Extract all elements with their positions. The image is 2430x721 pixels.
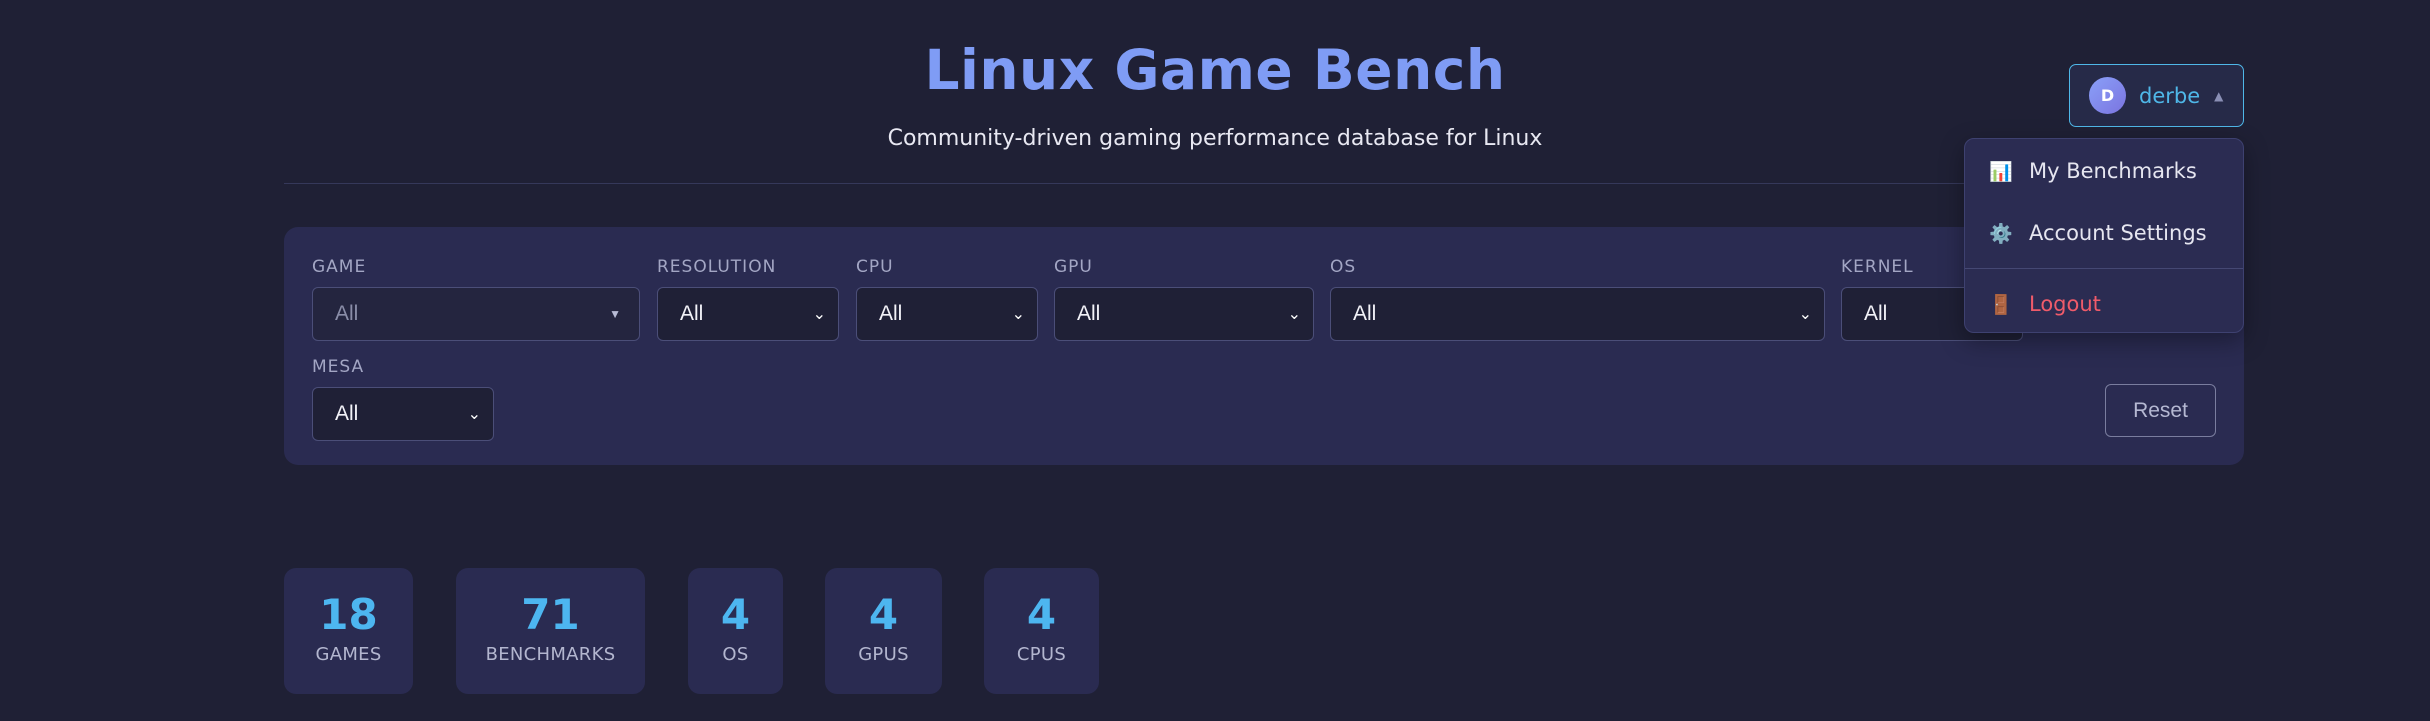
filter-gpu: GPU All ⌄ [1054,257,1314,341]
filter-label-game: GAME [312,257,367,277]
mesa-select[interactable]: All ⌄ [312,387,494,441]
gear-icon: ⚙️ [1989,222,2013,245]
filter-label-mesa: MESA [312,357,365,377]
caret-up-icon: ▲ [2214,88,2224,103]
chevron-down-icon: ⌄ [1287,306,1301,323]
chevron-down-icon: ⌄ [1798,306,1812,323]
bar-chart-icon: 📊 [1989,160,2013,183]
gpu-select-value: All [1077,302,1101,325]
avatar: D [2089,77,2126,114]
header-divider [284,183,2244,184]
menu-item-label: My Benchmarks [2029,159,2197,183]
door-icon: 🚪 [1989,293,2013,316]
page: Linux Game Bench Community-driven gaming… [0,0,2430,721]
caret-down-icon: ▼ [609,307,621,321]
stat-card-os: 4 OS [688,568,783,694]
menu-item-my-benchmarks[interactable]: 📊 My Benchmarks [1965,146,2243,196]
cpu-select-value: All [879,302,903,325]
kernel-select-value: All [1864,302,1888,325]
stat-label: OS [722,644,749,665]
resolution-select-value: All [680,302,704,325]
menu-item-label: Account Settings [2029,221,2207,245]
stat-value: 4 [868,590,899,639]
stat-label: GAMES [315,644,382,665]
stat-card-cpus: 4 CPUS [984,568,1099,694]
mesa-select-value: All [335,402,359,425]
menu-item-logout[interactable]: 🚪 Logout [1965,279,2243,329]
menu-item-label: Logout [2029,292,2101,316]
stat-value: 4 [1026,590,1057,639]
game-select[interactable]: All ▼ [312,287,640,341]
gpu-select[interactable]: All ⌄ [1054,287,1314,341]
filter-mesa: MESA All ⌄ [312,357,494,441]
filter-label-resolution: RESOLUTION [657,257,777,277]
chevron-down-icon: ⌄ [467,406,481,423]
page-title: Linux Game Bench [924,38,1506,102]
filter-game: GAME All ▼ [312,257,640,341]
os-select-value: All [1353,302,1377,325]
stat-card-gpus: 4 GPUS [825,568,942,694]
os-select[interactable]: All ⌄ [1330,287,1825,341]
chevron-down-icon: ⌄ [812,306,826,323]
chevron-down-icon: ⌄ [1011,306,1025,323]
user-dropdown-menu: 📊 My Benchmarks ⚙️ Account Settings 🚪 Lo… [1964,138,2244,333]
stat-value: 18 [319,590,378,639]
cpu-select[interactable]: All ⌄ [856,287,1038,341]
menu-divider [1965,268,2243,269]
filter-panel: GAME All ▼ RESOLUTION All ⌄ CPU All ⌄ GP… [284,227,2244,465]
resolution-select[interactable]: All ⌄ [657,287,839,341]
user-menu-button[interactable]: D derbe ▲ [2069,64,2244,127]
stat-label: BENCHMARKS [485,644,616,665]
filter-os: OS All ⌄ [1330,257,1825,341]
filter-label-cpu: CPU [856,257,894,277]
stat-value: 71 [521,590,580,639]
username-label: derbe [2139,83,2201,108]
stat-card-games: 18 GAMES [284,568,413,694]
filter-cpu: CPU All ⌄ [856,257,1038,341]
filter-resolution: RESOLUTION All ⌄ [657,257,839,341]
stat-label: GPUS [858,644,909,665]
menu-item-account-settings[interactable]: ⚙️ Account Settings [1965,208,2243,258]
game-select-value: All [335,302,359,325]
stat-value: 4 [720,590,751,639]
filter-label-gpu: GPU [1054,257,1093,277]
filter-label-os: OS [1330,257,1357,277]
stat-label: CPUS [1016,644,1067,665]
stat-card-benchmarks: 71 BENCHMARKS [456,568,645,694]
reset-button[interactable]: Reset [2105,384,2216,437]
